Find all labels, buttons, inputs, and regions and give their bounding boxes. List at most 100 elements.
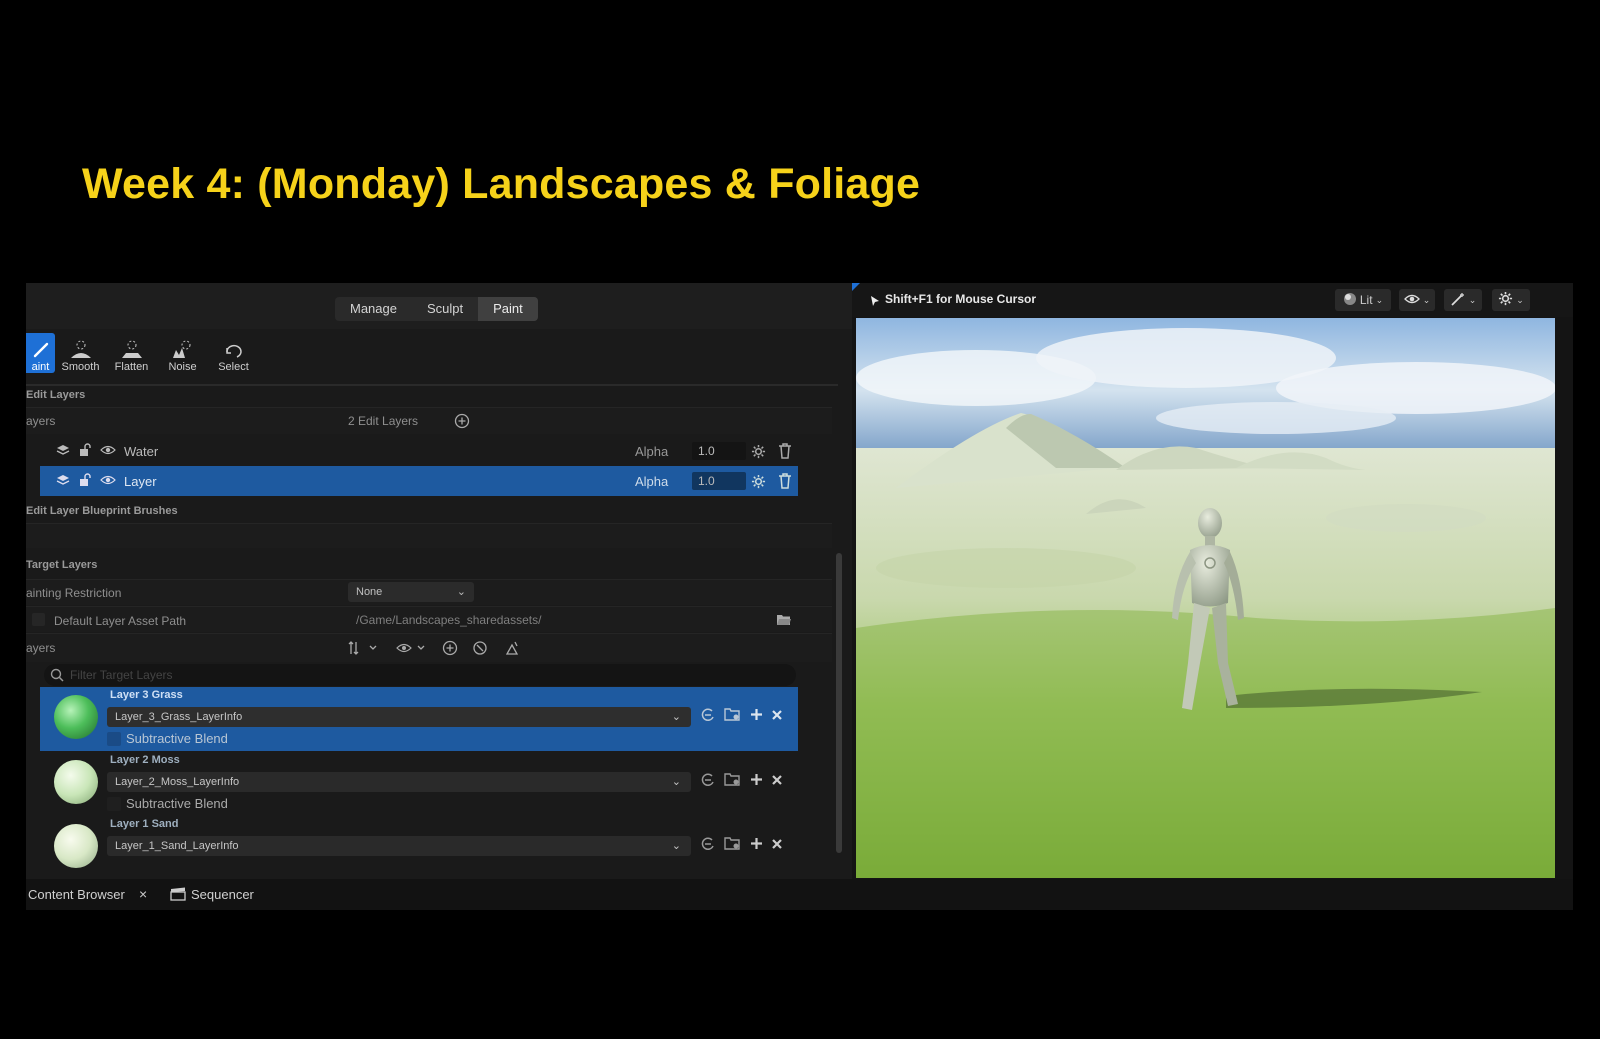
show-flags-button[interactable]: ⌄ — [1399, 289, 1435, 311]
layer-info-dropdown[interactable]: Layer_1_Sand_LayerInfo ⌄ — [107, 836, 691, 856]
painting-restriction-label: ainting Restriction — [26, 586, 122, 600]
edit-layers-header-row: ayers 2 Edit Layers — [26, 407, 832, 434]
close-icon[interactable] — [771, 773, 783, 791]
trash-icon[interactable] — [778, 443, 792, 462]
slide-title: Week 4: (Monday) Landscapes & Foliage — [82, 160, 921, 208]
filter-target-layers-search[interactable]: Filter Target Layers — [44, 664, 796, 686]
unreal-editor-screenshot: Manage Sculpt Paint aint Smooth Flatten … — [26, 283, 1573, 910]
noise-icon — [170, 339, 196, 361]
edit-layers-section-header[interactable]: Edit Layers — [26, 389, 85, 401]
reset-icon[interactable] — [700, 707, 716, 728]
select-icon — [221, 339, 247, 361]
default-path-value[interactable]: /Game/Landscapes_sharedassets/ — [356, 613, 541, 627]
target-layer-sand[interactable]: Layer 1 Sand Layer_1_Sand_LayerInfo ⌄ — [40, 816, 798, 879]
tab-paint[interactable]: Paint — [478, 297, 538, 321]
tool-smooth[interactable]: Smooth — [55, 333, 106, 373]
edit-layer-alpha-field[interactable]: 1.0 — [692, 472, 746, 490]
close-icon[interactable] — [771, 708, 783, 726]
lock-open-icon[interactable] — [78, 472, 92, 490]
visibility-filter-icon[interactable] — [396, 640, 430, 661]
layer-thumbnail — [54, 695, 98, 739]
reset-icon[interactable] — [700, 836, 716, 857]
tool-select[interactable]: Select — [208, 333, 259, 373]
viewport-settings-button[interactable]: ⌄ — [1492, 289, 1530, 311]
blueprint-brushes-section-header[interactable]: Edit Layer Blueprint Brushes — [26, 505, 178, 517]
layer-actions — [700, 836, 783, 856]
tool-flatten-label: Flatten — [114, 361, 149, 373]
painting-restriction-dropdown[interactable]: None ⌄ — [348, 582, 474, 602]
close-icon[interactable] — [771, 837, 783, 855]
edit-layer-blend: Alpha — [635, 443, 669, 459]
layer-thumbnail — [54, 824, 98, 868]
layers-stack-icon — [56, 443, 70, 460]
view-mode-button[interactable]: Lit ⌄ — [1335, 289, 1391, 311]
default-path-checkbox[interactable] — [32, 613, 45, 626]
snap-settings-button[interactable]: ⌄ — [1444, 289, 1482, 311]
landscape-render — [856, 318, 1555, 878]
lock-open-icon[interactable] — [78, 442, 92, 460]
tab-manage[interactable]: Manage — [335, 297, 412, 321]
trash-icon[interactable] — [778, 473, 792, 492]
target-layer-grass[interactable]: Layer 3 Grass Layer_3_Grass_LayerInfo ⌄ … — [40, 687, 798, 751]
edit-layers-count: 2 Edit Layers — [348, 414, 419, 428]
target-layers-section-header[interactable]: Target Layers — [26, 559, 97, 571]
chevron-down-icon: ⌄ — [456, 586, 466, 598]
layer-actions — [700, 772, 783, 792]
panel-scrollbar[interactable] — [836, 553, 842, 853]
sequencer-tab[interactable]: Sequencer — [191, 887, 254, 902]
folder-open-icon[interactable] — [776, 613, 792, 631]
view-mode-label: Lit — [1359, 293, 1373, 307]
sort-icon[interactable] — [348, 640, 378, 661]
close-content-browser-button[interactable]: × — [139, 886, 147, 902]
paint-bucket-icon[interactable] — [504, 640, 520, 661]
reset-icon[interactable] — [700, 772, 716, 793]
landscape-scene[interactable] — [856, 318, 1555, 878]
subtractive-blend-label: Subtractive Blend — [126, 731, 228, 746]
plus-icon[interactable] — [750, 708, 763, 726]
layers-stack-icon — [56, 473, 70, 490]
content-browser-tab[interactable]: Content Browser — [28, 887, 125, 902]
subtractive-blend-checkbox[interactable] — [107, 797, 121, 811]
add-target-layer-icon[interactable] — [442, 640, 458, 661]
subtractive-blend-label: Subtractive Blend — [126, 796, 228, 811]
search-input-placeholder: Filter Target Layers — [70, 668, 173, 682]
layer-info-dropdown[interactable]: Layer_2_Moss_LayerInfo ⌄ — [107, 772, 691, 792]
layer-info-value: Layer_2_Moss_LayerInfo — [115, 776, 240, 788]
viewport-toolbar: Shift+F1 for Mouse Cursor Lit ⌄ ⌄ ⌄ ⌄ — [852, 283, 1573, 317]
mode-bar: Manage Sculpt Paint — [26, 283, 868, 329]
edit-layer-name: Water — [124, 443, 159, 459]
layer-info-dropdown[interactable]: Layer_3_Grass_LayerInfo ⌄ — [107, 707, 691, 727]
eye-icon[interactable] — [100, 474, 116, 489]
tool-paint[interactable]: aint — [26, 333, 55, 373]
viewport-corner-marker — [852, 283, 860, 291]
layer-thumbnail — [54, 760, 98, 804]
target-layer-moss[interactable]: Layer 2 Moss Layer_2_Moss_LayerInfo ⌄ Su… — [40, 752, 798, 816]
edit-layer-row-layer[interactable]: Layer Alpha 1.0 — [40, 466, 798, 496]
cleanup-layers-icon[interactable] — [472, 640, 488, 661]
browse-folder-icon[interactable] — [724, 707, 742, 727]
subtractive-blend-checkbox[interactable] — [107, 732, 121, 746]
gear-icon — [1498, 291, 1513, 309]
level-viewport[interactable]: Shift+F1 for Mouse Cursor Lit ⌄ ⌄ ⌄ ⌄ — [852, 283, 1573, 879]
chevron-down-icon: ⌄ — [671, 776, 681, 788]
gear-icon[interactable] — [751, 444, 766, 462]
eye-icon — [1403, 293, 1420, 308]
smooth-icon — [68, 339, 94, 361]
browse-folder-icon[interactable] — [724, 772, 742, 792]
tool-noise[interactable]: Noise — [157, 333, 208, 373]
paint-toolbar: aint Smooth Flatten Noise Select — [26, 333, 259, 379]
lit-sphere-icon — [1343, 292, 1357, 309]
plus-icon[interactable] — [750, 773, 763, 791]
add-edit-layer-icon[interactable] — [454, 413, 470, 434]
edit-layer-row-water[interactable]: Water Alpha 1.0 — [40, 436, 798, 466]
browse-folder-icon[interactable] — [724, 836, 742, 856]
flatten-icon — [119, 339, 145, 361]
target-layers-label: ayers — [26, 641, 56, 655]
eye-icon[interactable] — [100, 444, 116, 459]
edit-layer-alpha-field[interactable]: 1.0 — [692, 442, 746, 460]
tool-flatten[interactable]: Flatten — [106, 333, 157, 373]
chevron-down-icon: ⌄ — [671, 711, 681, 723]
tab-sculpt[interactable]: Sculpt — [412, 297, 478, 321]
gear-icon[interactable] — [751, 474, 766, 492]
plus-icon[interactable] — [750, 837, 763, 855]
